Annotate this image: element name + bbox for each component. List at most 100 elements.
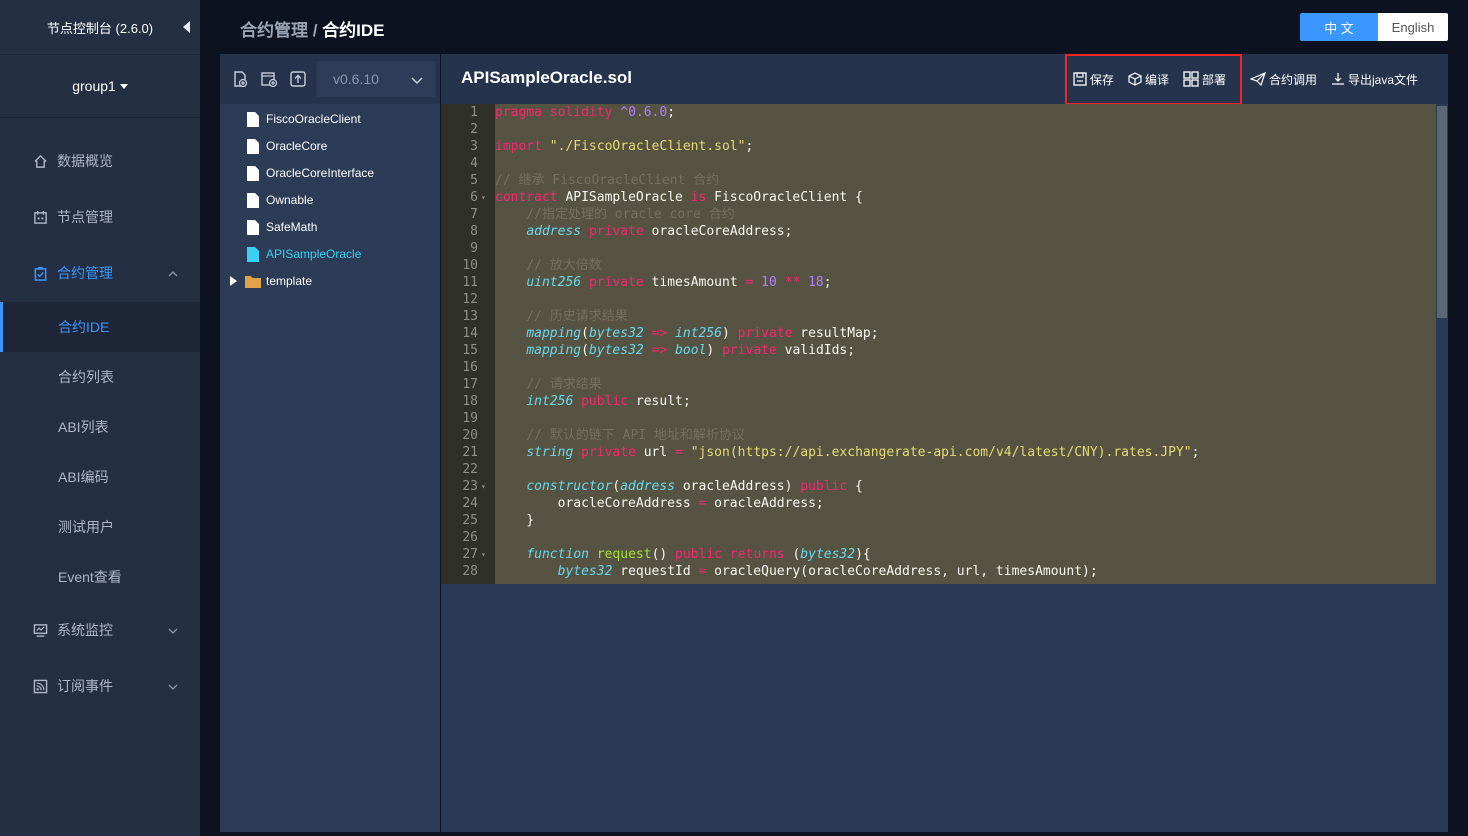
- editor-scrollbar[interactable]: [1436, 104, 1448, 584]
- line-number: 17: [462, 377, 478, 392]
- submenu-item-contract-ide[interactable]: 合约IDE: [0, 302, 200, 352]
- code-line[interactable]: 28 bytes32 requestId = oracleQuery(oracl…: [441, 563, 1436, 580]
- file-icon: [247, 138, 259, 154]
- folder-item[interactable]: template: [230, 271, 312, 291]
- invoke-contract-button[interactable]: 合约调用: [1249, 71, 1317, 88]
- code-line[interactable]: 12: [441, 291, 1436, 308]
- lang-en-button[interactable]: English: [1378, 13, 1448, 41]
- code-editor[interactable]: 1 pragma solidity ^0.6.0; 2 3 import "./Fisc…: [441, 104, 1436, 584]
- collapse-sidebar-icon[interactable]: [183, 21, 190, 33]
- scrollbar-thumb[interactable]: [1437, 106, 1447, 318]
- code-line[interactable]: 8 address private oracleCoreAddress;: [441, 223, 1436, 240]
- code-line[interactable]: 4: [441, 155, 1436, 172]
- breadcrumb-current: 合约IDE: [322, 21, 385, 40]
- new-folder-icon[interactable]: [259, 69, 279, 89]
- code-line[interactable]: 11 uint256 private timesAmount = 10 ** 1…: [441, 274, 1436, 291]
- code-text: // 历史请求结果: [526, 309, 628, 324]
- code-line[interactable]: 15 mapping(bytes32 => bool) private vali…: [441, 342, 1436, 359]
- line-number: 3: [470, 139, 478, 154]
- group-label: group1: [72, 78, 116, 94]
- code-line[interactable]: 26: [441, 529, 1436, 546]
- file-item[interactable]: OracleCore: [247, 136, 327, 156]
- deploy-button[interactable]: 部署: [1183, 71, 1226, 88]
- download-icon: [1331, 73, 1344, 85]
- file-item[interactable]: FiscoOracleClient: [247, 109, 361, 129]
- code-line[interactable]: 21 string private url = "json(https://ap…: [441, 444, 1436, 461]
- menu-item-contract-mgmt[interactable]: 合约管理: [0, 248, 200, 298]
- submenu-label: Event查看: [58, 569, 122, 585]
- home-icon: [32, 153, 48, 169]
- code-text: oracleCoreAddress = oracleAddress;: [495, 496, 824, 511]
- lang-zh-button[interactable]: 中 文: [1300, 13, 1378, 41]
- file-item-active[interactable]: APISampleOracle: [247, 244, 361, 264]
- code-line[interactable]: 20 // 默认的链下 API 地址和解析协议: [441, 427, 1436, 444]
- code-line[interactable]: 17 // 请求结果: [441, 376, 1436, 393]
- code-line[interactable]: 22: [441, 461, 1436, 478]
- fold-arrow-icon[interactable]: ▾: [481, 546, 486, 563]
- menu-item-subscribe[interactable]: 订阅事件: [0, 661, 200, 711]
- code-text: function request() public returns (bytes…: [526, 547, 871, 562]
- code-line[interactable]: 2: [441, 121, 1436, 138]
- code-line[interactable]: 6 ▾ contract APISampleOracle is FiscoOracl…: [441, 189, 1436, 206]
- breadcrumb-parent[interactable]: 合约管理: [240, 21, 308, 40]
- code-text: mapping(bytes32 => int256) private resul…: [526, 326, 879, 341]
- fold-arrow-icon[interactable]: ▾: [481, 189, 486, 206]
- menu-item-monitor[interactable]: 系统监控: [0, 605, 200, 655]
- editor-panel: APISampleOracle.sol 保存 编译 部署 合约调用 导出java…: [441, 54, 1448, 832]
- upload-icon[interactable]: [288, 69, 308, 89]
- file-item[interactable]: SafeMath: [247, 217, 317, 237]
- submenu-label: ABI列表: [58, 419, 109, 435]
- menu-item-node-mgmt[interactable]: 节点管理: [0, 192, 200, 242]
- code-text: address private oracleCoreAddress;: [526, 224, 793, 239]
- fold-arrow-icon[interactable]: ▾: [481, 478, 486, 495]
- code-line[interactable]: 5 // 继承 FiscoOracleClient 合约: [441, 172, 1436, 189]
- group-selector[interactable]: group1: [0, 55, 200, 118]
- file-item[interactable]: OracleCoreInterface: [247, 163, 374, 183]
- line-number: 12: [462, 292, 478, 307]
- code-line[interactable]: 23 ▾ constructor(address oracleAddress) p…: [441, 478, 1436, 495]
- new-file-icon[interactable]: [230, 69, 250, 89]
- file-name: APISampleOracle: [266, 247, 362, 261]
- send-icon: [1249, 72, 1266, 86]
- code-line[interactable]: 14 mapping(bytes32 => int256) private re…: [441, 325, 1436, 342]
- menu-label-subscribe: 订阅事件: [57, 678, 113, 694]
- code-text: constructor(address oracleAddress) publi…: [526, 479, 863, 494]
- compile-button[interactable]: 编译: [1128, 71, 1169, 88]
- code-line[interactable]: 27 ▾ function request() public returns (b…: [441, 546, 1436, 563]
- export-java-button[interactable]: 导出java文件: [1331, 71, 1418, 88]
- folder-icon: [245, 275, 261, 288]
- caret-right-icon: [230, 276, 237, 286]
- submenu-item-abi-encode[interactable]: ABI编码: [0, 452, 200, 502]
- code-line[interactable]: 13 // 历史请求结果: [441, 308, 1436, 325]
- code-line[interactable]: 16: [441, 359, 1436, 376]
- line-number: 14: [462, 326, 478, 341]
- code-text: int256 public result;: [526, 394, 691, 409]
- line-number: 6: [470, 190, 478, 205]
- sidebar: 节点控制台 (2.6.0) group1 数据概览 节点管理 合约管理 合约ID…: [0, 0, 200, 836]
- submenu-item-event-view[interactable]: Event查看: [0, 552, 200, 602]
- submenu-label: ABI编码: [58, 469, 109, 485]
- compiler-version-select[interactable]: v0.6.10: [317, 61, 435, 97]
- submenu-item-abi-list[interactable]: ABI列表: [0, 402, 200, 452]
- save-label: 保存: [1089, 72, 1114, 87]
- code-line[interactable]: 10 // 放大倍数: [441, 257, 1436, 274]
- file-panel: v0.6.10 FiscoOracleClient OracleCore Ora…: [220, 54, 440, 832]
- code-line[interactable]: 7 //指定处理的 oracle core 合约: [441, 206, 1436, 223]
- chevron-down-icon: [168, 623, 178, 639]
- code-line[interactable]: 3 import "./FiscoOracleClient.sol";: [441, 138, 1436, 155]
- line-number: 26: [462, 530, 478, 545]
- submenu-item-contract-list[interactable]: 合约列表: [0, 352, 200, 402]
- save-button[interactable]: 保存: [1073, 71, 1114, 88]
- export-label: 导出java文件: [1347, 72, 1418, 87]
- file-item[interactable]: Ownable: [247, 190, 313, 210]
- line-number: 21: [462, 445, 478, 460]
- code-line[interactable]: 9: [441, 240, 1436, 257]
- code-text: import "./FiscoOracleClient.sol";: [495, 139, 754, 154]
- code-line[interactable]: 25 }: [441, 512, 1436, 529]
- code-line[interactable]: 1 pragma solidity ^0.6.0;: [441, 104, 1436, 121]
- code-line[interactable]: 18 int256 public result;: [441, 393, 1436, 410]
- submenu-item-test-user[interactable]: 测试用户: [0, 502, 200, 552]
- code-line[interactable]: 24 oracleCoreAddress = oracleAddress;: [441, 495, 1436, 512]
- menu-item-overview[interactable]: 数据概览: [0, 136, 200, 186]
- code-line[interactable]: 19: [441, 410, 1436, 427]
